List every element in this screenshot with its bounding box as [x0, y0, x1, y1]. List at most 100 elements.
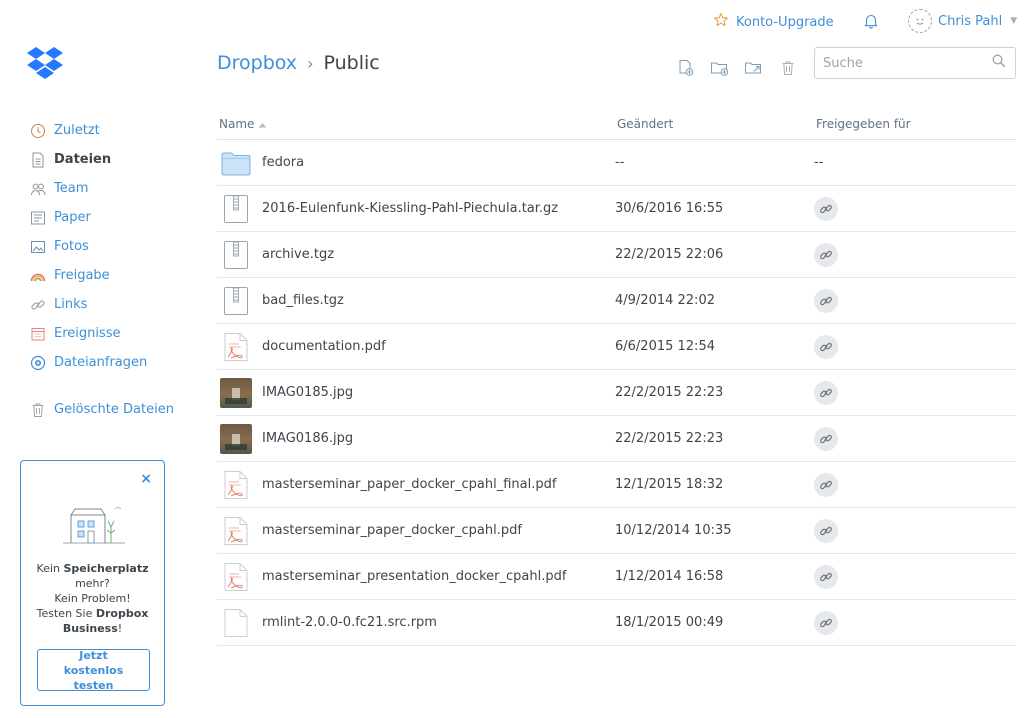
upgrade-link[interactable]: Konto-Upgrade: [713, 12, 834, 32]
rainbow-icon: [30, 268, 46, 284]
shared-cell: [814, 518, 1014, 543]
share-link-icon[interactable]: [814, 426, 838, 451]
file-name-cell[interactable]: documentation.pdf: [217, 331, 615, 363]
file-name[interactable]: rmlint-2.0.0-0.fc21.src.rpm: [262, 615, 437, 630]
sidebar-item-deleted-files[interactable]: Gelöschte Dateien: [30, 395, 174, 424]
sidebar-nav: Zuletzt Dateien Team Paper Fotos Freigab…: [30, 116, 174, 424]
promo-text-4: Testen Sie: [36, 607, 96, 620]
sidebar-item-fotos[interactable]: Fotos: [30, 232, 174, 261]
breadcrumb-separator-icon: ›: [307, 53, 314, 73]
trash-icon: [30, 402, 46, 418]
sidebar-item-links[interactable]: Links: [30, 290, 174, 319]
column-header-modified[interactable]: Geändert: [617, 117, 816, 131]
promo-text-3: Kein Problem!: [54, 592, 131, 605]
column-header-name[interactable]: Name: [217, 117, 617, 131]
user-menu[interactable]: Chris Pahl ▼: [908, 9, 1017, 33]
sidebar-item-label: Fotos: [54, 239, 89, 254]
table-row[interactable]: IMAG0185.jpg 22/2/2015 22:23: [217, 370, 1016, 416]
pdf-icon: [220, 561, 252, 593]
business-promo-card: × Kein Speicherplatz mehr? Kein Problem!…: [20, 460, 165, 706]
close-icon[interactable]: ×: [140, 471, 152, 487]
share-link-icon[interactable]: [814, 196, 838, 221]
shared-cell: --: [814, 155, 1014, 170]
archive-icon: [220, 193, 252, 225]
breadcrumb-root[interactable]: Dropbox: [217, 52, 297, 74]
shared-folder-icon[interactable]: [744, 58, 764, 78]
star-icon: [713, 12, 729, 32]
image-thumbnail: [220, 377, 252, 409]
file-name[interactable]: 2016-Eulenfunk-Kiessling-Pahl-Piechula.t…: [262, 201, 558, 216]
sidebar-item-team[interactable]: Team: [30, 174, 174, 203]
file-name-cell[interactable]: masterseminar_presentation_docker_cpahl.…: [217, 561, 615, 593]
file-name[interactable]: IMAG0185.jpg: [262, 385, 353, 400]
trash-icon[interactable]: [778, 58, 798, 78]
sort-up-icon: [258, 117, 267, 131]
table-row[interactable]: rmlint-2.0.0-0.fc21.src.rpm 18/1/2015 00:…: [217, 600, 1016, 646]
promo-text-5: !: [117, 622, 123, 635]
column-header-shared[interactable]: Freigegeben für: [816, 117, 1016, 131]
table-row[interactable]: documentation.pdf 6/6/2015 12:54: [217, 324, 1016, 370]
table-row[interactable]: 2016-Eulenfunk-Kiessling-Pahl-Piechula.t…: [217, 186, 1016, 232]
file-name[interactable]: IMAG0186.jpg: [262, 431, 353, 446]
dropbox-logo[interactable]: [26, 46, 64, 84]
file-name[interactable]: masterseminar_paper_docker_cpahl_final.p…: [262, 477, 556, 492]
shared-with-text: --: [814, 155, 824, 170]
share-link-icon[interactable]: [814, 472, 838, 497]
promo-text-bold-2: Dropbox: [95, 607, 149, 620]
sidebar-item-dateianfragen[interactable]: Dateianfragen: [30, 348, 174, 377]
share-link-icon[interactable]: [814, 380, 838, 405]
share-link-icon[interactable]: [814, 564, 838, 589]
sidebar-item-paper[interactable]: Paper: [30, 203, 174, 232]
file-name[interactable]: archive.tgz: [262, 247, 334, 262]
table-row[interactable]: fedora -- --: [217, 140, 1016, 186]
photo-icon: [30, 239, 46, 255]
search-box[interactable]: [814, 47, 1016, 79]
table-row[interactable]: masterseminar_paper_docker_cpahl.pdf 10/1…: [217, 508, 1016, 554]
file-name-cell[interactable]: IMAG0186.jpg: [217, 423, 615, 455]
file-name-cell[interactable]: bad_files.tgz: [217, 285, 615, 317]
file-toolbar: [676, 58, 798, 78]
file-name-cell[interactable]: IMAG0185.jpg: [217, 377, 615, 409]
share-link-icon[interactable]: [814, 242, 838, 267]
file-name-cell[interactable]: masterseminar_paper_docker_cpahl.pdf: [217, 515, 615, 547]
notifications-bell-icon[interactable]: [862, 12, 880, 34]
table-row[interactable]: IMAG0186.jpg 22/2/2015 22:23: [217, 416, 1016, 462]
file-name[interactable]: documentation.pdf: [262, 339, 386, 354]
table-row[interactable]: bad_files.tgz 4/9/2014 22:02: [217, 278, 1016, 324]
file-name-cell[interactable]: masterseminar_paper_docker_cpahl_final.p…: [217, 469, 615, 501]
shared-cell: [814, 426, 1014, 451]
sidebar-item-label: Dateianfragen: [54, 355, 148, 370]
sidebar-item-ereignisse[interactable]: Ereignisse: [30, 319, 174, 348]
file-name-cell[interactable]: archive.tgz: [217, 239, 615, 271]
search-icon[interactable]: [991, 53, 1007, 73]
sidebar-item-zuletzt[interactable]: Zuletzt: [30, 116, 174, 145]
share-link-icon[interactable]: [814, 610, 838, 635]
table-row[interactable]: archive.tgz 22/2/2015 22:06: [217, 232, 1016, 278]
file-name[interactable]: fedora: [262, 155, 304, 170]
shared-cell: [814, 242, 1014, 267]
file-name[interactable]: masterseminar_paper_docker_cpahl.pdf: [262, 523, 522, 538]
shared-cell: [814, 288, 1014, 313]
team-icon: [30, 181, 46, 197]
file-name-cell[interactable]: 2016-Eulenfunk-Kiessling-Pahl-Piechula.t…: [217, 193, 615, 225]
modified-date: 12/1/2015 18:32: [615, 477, 724, 492]
sidebar-item-freigabe[interactable]: Freigabe: [30, 261, 174, 290]
sidebar-item-dateien[interactable]: Dateien: [30, 145, 174, 174]
try-free-button[interactable]: Jetzt kostenlos testen: [37, 649, 150, 692]
clock-icon: [30, 123, 46, 139]
new-file-icon[interactable]: [676, 58, 696, 78]
share-link-icon[interactable]: [814, 288, 838, 313]
file-name-cell[interactable]: rmlint-2.0.0-0.fc21.src.rpm: [217, 607, 615, 639]
new-folder-icon[interactable]: [710, 58, 730, 78]
table-row[interactable]: masterseminar_paper_docker_cpahl_final.p…: [217, 462, 1016, 508]
shared-cell: [814, 334, 1014, 359]
search-input[interactable]: [821, 54, 991, 72]
share-link-icon[interactable]: [814, 518, 838, 543]
file-name[interactable]: bad_files.tgz: [262, 293, 344, 308]
file-name[interactable]: masterseminar_presentation_docker_cpahl.…: [262, 569, 566, 584]
table-row[interactable]: masterseminar_presentation_docker_cpahl.…: [217, 554, 1016, 600]
modified-date: 10/12/2014 10:35: [615, 523, 732, 538]
file-name-cell[interactable]: fedora: [217, 147, 615, 179]
share-link-icon[interactable]: [814, 334, 838, 359]
calendar-icon: [30, 326, 46, 342]
